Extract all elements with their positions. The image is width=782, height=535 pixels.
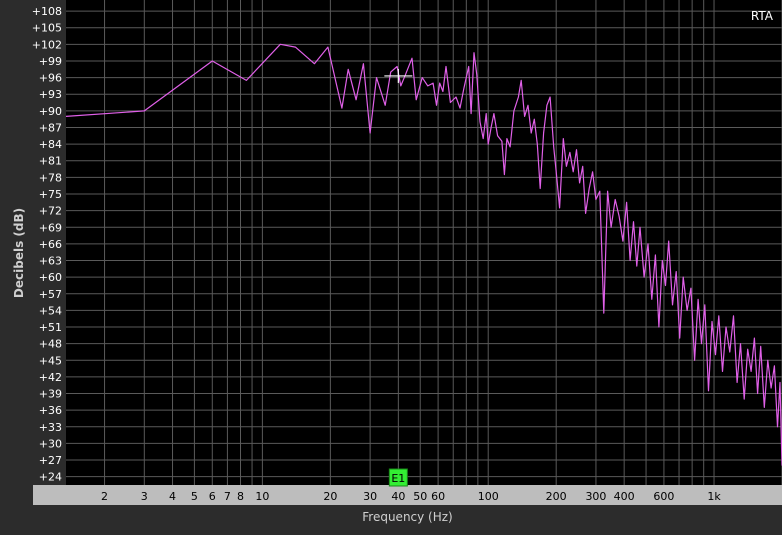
y-tick-label: +63 — [39, 255, 62, 268]
y-tick-label: +42 — [39, 371, 62, 384]
x-tick-label: 30 — [363, 490, 377, 503]
x-tick-label: 10 — [255, 490, 269, 503]
x-tick-label: 7 — [224, 490, 231, 503]
chart-title: RTA — [751, 9, 774, 23]
y-tick-label: +84 — [39, 138, 62, 151]
marker-e1-label: E1 — [391, 472, 405, 485]
x-tick-label: 100 — [478, 490, 499, 503]
y-tick-label: +24 — [39, 471, 62, 484]
y-tick-label: +30 — [39, 437, 62, 450]
x-tick-label: 200 — [546, 490, 567, 503]
x-tick-label: 8 — [237, 490, 244, 503]
y-tick-label: +36 — [39, 404, 62, 417]
y-tick-label: +105 — [32, 22, 62, 35]
y-tick-label: +81 — [39, 155, 62, 168]
y-tick-label: +90 — [39, 105, 62, 118]
y-tick-label: +48 — [39, 338, 62, 351]
y-tick-label: +60 — [39, 271, 62, 284]
rta-window: Decibels (dB) Frequency (Hz) +108 +105 +10… — [0, 0, 782, 535]
y-tick-label: +66 — [39, 238, 62, 251]
x-tick-label: 5 — [191, 490, 198, 503]
y-tick-label: +27 — [39, 454, 62, 467]
y-tick-label: +72 — [39, 205, 62, 218]
y-tick-label: +51 — [39, 321, 62, 334]
x-tick-label: 4 — [169, 490, 176, 503]
y-tick-label: +75 — [39, 188, 62, 201]
x-tick-label: 60 — [431, 490, 445, 503]
x-tick-label: 40 — [391, 490, 405, 503]
y-tick-label: +96 — [39, 72, 62, 85]
y-tick-label: +93 — [39, 88, 62, 101]
y-tick-label: +45 — [39, 354, 62, 367]
y-tick-label: +39 — [39, 388, 62, 401]
x-tick-label: 2 — [101, 490, 108, 503]
plot-background — [66, 0, 782, 485]
x-tick-label: 20 — [323, 490, 337, 503]
rta-chart[interactable]: +108 +105 +102 +99 +96 +93 +90 +87 +84 +81 +78 +75 +… — [0, 0, 782, 535]
x-tick-label: 1k — [707, 490, 721, 503]
marker-e1-badge[interactable]: E1 — [388, 468, 408, 487]
x-tick-label: 400 — [614, 490, 635, 503]
x-tick-label: 300 — [585, 490, 606, 503]
x-tick-label: 50 — [413, 490, 427, 503]
x-tick-label: 3 — [141, 490, 148, 503]
y-tick-label: +102 — [32, 38, 62, 51]
y-tick-label: +54 — [39, 304, 62, 317]
y-tick-label: +108 — [32, 5, 62, 18]
y-tick-label: +99 — [39, 55, 62, 68]
y-tick-label: +57 — [39, 288, 62, 301]
y-tick-label: +87 — [39, 121, 62, 134]
y-tick-label: +33 — [39, 421, 62, 434]
x-tick-label: 6 — [209, 490, 216, 503]
y-tick-label: +78 — [39, 171, 62, 184]
x-tick-label: 600 — [653, 490, 674, 503]
y-tick-label: +69 — [39, 221, 62, 234]
